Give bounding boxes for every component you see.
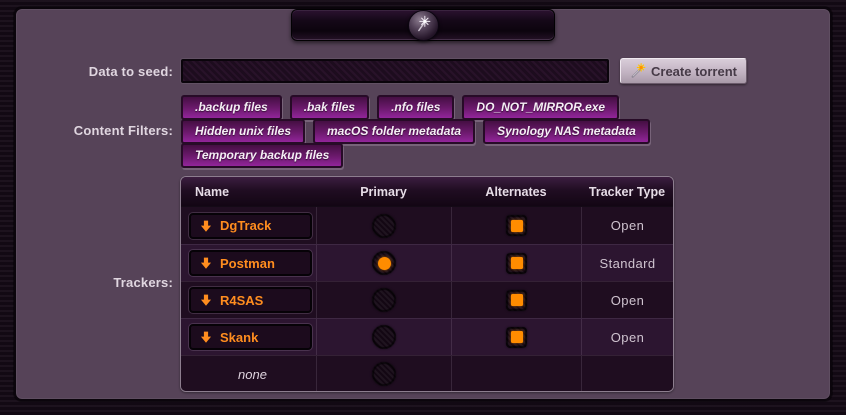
trackers-table: Name Primary Alternates Tracker Type DgT… (180, 176, 674, 392)
create-torrent-page: Data to seed: Create torrent Content Fil… (0, 0, 846, 415)
down-arrow-icon (199, 330, 213, 344)
tracker-name-cell: none (181, 356, 316, 392)
trackers-table-header: Name Primary Alternates Tracker Type (181, 177, 673, 207)
alternates-checkbox[interactable] (506, 327, 527, 348)
down-arrow-icon (199, 293, 213, 307)
content-filter-chip[interactable]: macOS folder metadata (313, 119, 475, 144)
content-filter-chip[interactable]: .bak files (290, 95, 369, 120)
content-filter-chip[interactable]: .backup files (181, 95, 282, 120)
alternates-checkbox[interactable] (506, 215, 527, 236)
tracker-name-label: Skank (220, 330, 258, 345)
tracker-name-button[interactable]: DgTrack (189, 213, 312, 239)
primary-radio[interactable] (372, 214, 396, 238)
tracker-row: R4SAS Open (181, 281, 673, 318)
tracker-none-label: none (189, 367, 316, 382)
tracker-row: Postman Standard (181, 244, 673, 281)
tracker-name-cell: DgTrack (181, 207, 316, 244)
down-arrow-icon (199, 256, 213, 270)
create-torrent-button[interactable]: Create torrent (620, 58, 747, 84)
magic-wand-icon (630, 63, 646, 79)
primary-radio[interactable] (372, 251, 396, 275)
tracker-row: Skank Open (181, 318, 673, 355)
magic-wand-sparkle-icon (408, 10, 439, 41)
content-filter-chip[interactable]: Synology NAS metadata (483, 119, 650, 144)
primary-radio[interactable] (372, 362, 396, 386)
column-header-name: Name (181, 185, 316, 199)
tracker-type-label: Open (611, 330, 644, 345)
tracker-name-cell: Skank (181, 319, 316, 355)
content-filters-label: Content Filters: (0, 123, 173, 138)
tracker-type-label: Open (611, 293, 644, 308)
data-to-seed-input[interactable] (181, 59, 609, 83)
create-torrent-label: Create torrent (651, 64, 737, 79)
primary-radio[interactable] (372, 288, 396, 312)
tracker-name-cell: Postman (181, 245, 316, 281)
content-filter-chip[interactable]: Temporary backup files (181, 143, 343, 168)
tracker-name-label: Postman (220, 256, 275, 271)
data-to-seed-label: Data to seed: (0, 64, 173, 79)
content-filter-chip[interactable]: .nfo files (377, 95, 454, 120)
trackers-table-body: DgTrackOpenPostmanStandardR4SASOpenSkank… (181, 207, 673, 392)
down-arrow-icon (199, 219, 213, 233)
alternates-checkbox[interactable] (506, 290, 527, 311)
tracker-type-label: Open (611, 218, 644, 233)
column-header-alternates: Alternates (451, 185, 581, 199)
section-toggle-button[interactable] (291, 9, 555, 41)
column-header-tracker-type: Tracker Type (581, 185, 673, 199)
tracker-name-label: DgTrack (220, 218, 271, 233)
content-filter-chip[interactable]: Hidden unix files (181, 119, 305, 144)
tracker-name-button[interactable]: Postman (189, 250, 312, 276)
content-filter-chip[interactable]: DO_NOT_MIRROR.exe (462, 95, 619, 120)
tracker-type-label: Standard (600, 256, 656, 271)
primary-radio[interactable] (372, 325, 396, 349)
tracker-name-cell: R4SAS (181, 282, 316, 318)
tracker-row: DgTrack Open (181, 207, 673, 244)
tracker-row: none (181, 355, 673, 392)
alternates-checkbox[interactable] (506, 253, 527, 274)
tracker-name-label: R4SAS (220, 293, 263, 308)
tracker-name-button[interactable]: R4SAS (189, 287, 312, 313)
column-header-primary: Primary (316, 185, 451, 199)
tracker-name-button[interactable]: Skank (189, 324, 312, 350)
trackers-label: Trackers: (0, 275, 173, 290)
